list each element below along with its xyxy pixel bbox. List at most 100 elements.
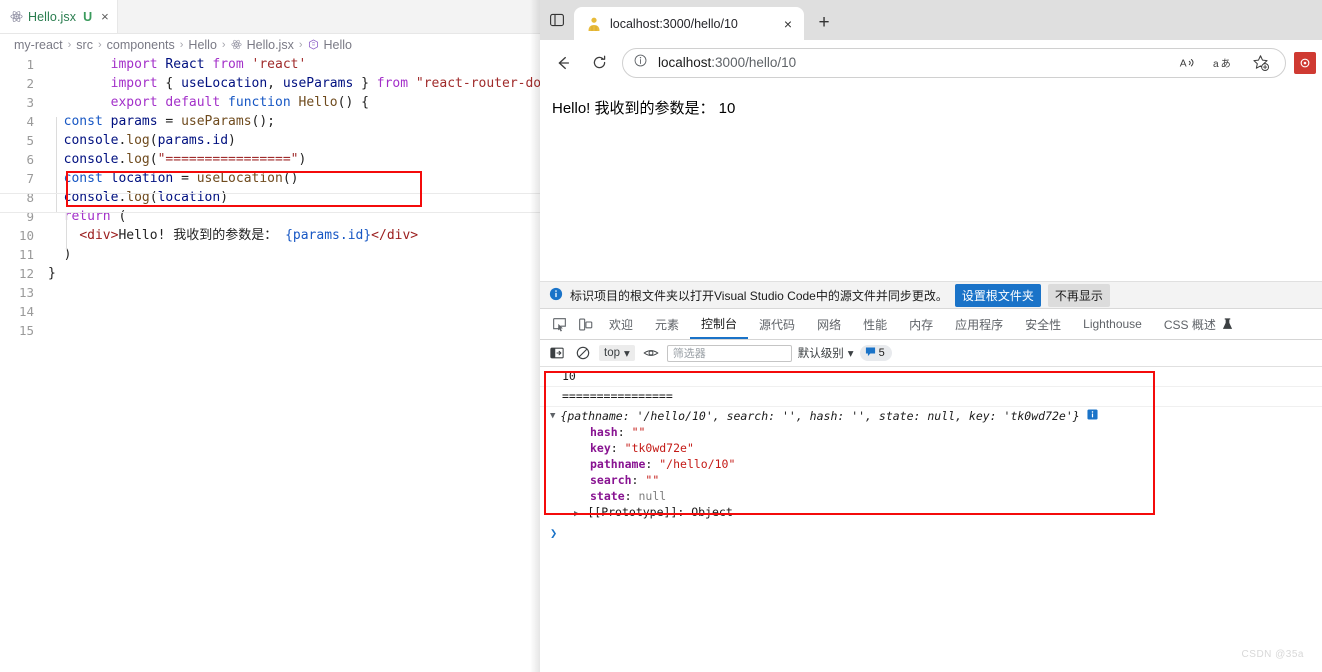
editor-tab-unsaved-badge: U: [83, 9, 93, 24]
console-prompt[interactable]: ❯: [540, 524, 1322, 542]
line-number: 9: [26, 209, 34, 224]
tab-welcome[interactable]: 欢迎: [598, 309, 644, 339]
browser-tab-localhost[interactable]: localhost:3000/hello/10 ×: [574, 7, 804, 40]
code-text: const params = useParams();: [46, 112, 275, 131]
omnibox-actions: A a あ: [1171, 46, 1277, 80]
new-tab-button[interactable]: +: [808, 8, 840, 38]
reload-button[interactable]: [582, 46, 616, 80]
tab-application[interactable]: 应用程序: [944, 309, 1014, 339]
token-brace: }: [48, 266, 56, 281]
tab-console[interactable]: 控制台: [690, 309, 749, 339]
token-const: const: [63, 114, 103, 129]
console-object-summary-line[interactable]: ▼ {pathname: '/hello/10', search: '', ha…: [550, 409, 1322, 424]
chevron-down-icon: ▾: [847, 348, 854, 360]
console-object-summary: {pathname: '/hello/10', search: '', hash…: [560, 409, 1080, 423]
token-log: log: [126, 133, 150, 148]
browser-toolbar: localhost:3000/hello/10 A a あ: [540, 40, 1322, 85]
tab-memory[interactable]: 内存: [898, 309, 944, 339]
extension-icon[interactable]: [1294, 51, 1316, 74]
editor-line-rule: [0, 193, 540, 194]
svg-text:A: A: [1179, 58, 1186, 69]
console-log-row: 10: [540, 367, 1322, 387]
property-value: "": [645, 473, 660, 487]
code-line-12: 12 }: [0, 264, 540, 283]
token-params-var: params: [110, 114, 158, 129]
code-editor[interactable]: 1 import React from 'react' 2 import { u…: [0, 55, 540, 340]
filter-placeholder: 筛选器: [672, 348, 706, 360]
close-icon[interactable]: ×: [778, 14, 798, 34]
token-div-close: </div>: [371, 228, 419, 243]
watermark: CSDN @35a: [1241, 649, 1304, 660]
info-badge-icon[interactable]: [1087, 409, 1098, 424]
console-object-property: pathname: "/hello/10": [590, 457, 736, 471]
symbol-function-icon: [308, 39, 319, 50]
console-filter-input[interactable]: 筛选器: [666, 344, 792, 362]
editor-tab-bar: Hello.jsx U ×: [0, 0, 540, 34]
add-favorite-icon[interactable]: [1243, 46, 1277, 80]
token-export: export: [110, 95, 158, 110]
token-useparams-call: useParams: [181, 114, 252, 129]
execution-context-select[interactable]: top ▾: [599, 345, 635, 361]
code-line-14: 14: [0, 302, 540, 321]
breadcrumb-item-hello-symbol[interactable]: Hello: [324, 38, 353, 52]
live-expression-icon[interactable]: [641, 343, 661, 363]
device-toolbar-icon[interactable]: [572, 311, 598, 337]
token-default: default: [165, 95, 221, 110]
back-button[interactable]: [546, 46, 580, 80]
token-brace: {: [361, 95, 369, 110]
expand-triangle-icon[interactable]: ▼: [550, 409, 555, 424]
tab-network[interactable]: 网络: [806, 309, 852, 339]
close-icon[interactable]: ×: [101, 10, 109, 23]
url-path: :3000/hello/10: [711, 55, 797, 70]
token-separator-string: "================": [157, 152, 299, 167]
tab-elements[interactable]: 元素: [644, 309, 690, 339]
token-console: console: [63, 152, 119, 167]
property-name: search: [590, 473, 632, 487]
console-object-row[interactable]: ▼ {pathname: '/hello/10', search: '', ha…: [540, 407, 1322, 524]
devtools-workspace-infobar: 标识项目的根文件夹以打开Visual Studio Code中的源文件并同步更改…: [540, 281, 1322, 309]
code-line-10: 10 <div>Hello! 我收到的参数是： {params.id}</div…: [0, 226, 540, 245]
line-number: 7: [26, 171, 34, 186]
token-const: const: [63, 171, 103, 186]
console-sidebar-icon[interactable]: [547, 343, 567, 363]
clear-console-icon[interactable]: [573, 343, 593, 363]
info-message-count-badge[interactable]: 5: [859, 345, 892, 361]
tab-security[interactable]: 安全性: [1014, 309, 1072, 339]
page-content-text: Hello! 我收到的参数是： 10: [552, 100, 736, 117]
sidebar-toggle-button[interactable]: [540, 0, 574, 40]
console-object-property: key: "tk0wd72e": [590, 441, 694, 455]
token-module: "react-router-dom";: [415, 76, 540, 91]
console-output[interactable]: 10 ================ ▼ {pathname: '/hello…: [540, 367, 1322, 542]
code-text: console.log(location): [46, 188, 228, 207]
indent-guide: [66, 212, 67, 250]
svg-text:a: a: [1213, 59, 1219, 70]
property-value: "": [631, 425, 646, 439]
console-object-prototype[interactable]: ▶ [[Prototype]]: Object: [550, 504, 1322, 522]
page-viewport: Hello! 我收到的参数是： 10: [540, 85, 1322, 281]
address-bar[interactable]: localhost:3000/hello/10 A a あ: [622, 46, 1286, 80]
translate-icon[interactable]: a あ: [1207, 46, 1241, 80]
experimental-flask-icon: [1220, 311, 1236, 337]
dont-show-again-button[interactable]: 不再显示: [1047, 283, 1110, 307]
code-line-11: 11 ): [0, 245, 540, 264]
execution-context-value: top: [604, 347, 620, 359]
info-circle-icon[interactable]: [633, 53, 648, 73]
console-object-property: hash: "": [590, 425, 646, 439]
log-level-select[interactable]: 默认级别 ▾: [798, 345, 854, 361]
code-line-13: 13: [0, 283, 540, 302]
set-root-folder-button[interactable]: 设置根文件夹: [954, 283, 1041, 307]
token-log: log: [126, 152, 150, 167]
line-number: 11: [18, 247, 34, 262]
tab-performance[interactable]: 性能: [852, 309, 898, 339]
expand-triangle-icon[interactable]: ▶: [574, 509, 579, 519]
tab-sources[interactable]: 源代码: [748, 309, 806, 339]
info-icon: [549, 287, 563, 304]
read-aloud-icon[interactable]: A: [1171, 46, 1205, 80]
code-line-6: 6 console.log("================"): [0, 150, 540, 169]
inspect-element-icon[interactable]: [546, 311, 572, 337]
token-div-open: <div>: [79, 228, 119, 243]
tab-css-overview[interactable]: CSS 概述: [1153, 309, 1220, 339]
editor-tab-hello-jsx[interactable]: Hello.jsx U ×: [0, 0, 118, 33]
property-name: key: [590, 441, 611, 455]
tab-lighthouse[interactable]: Lighthouse: [1072, 309, 1153, 339]
